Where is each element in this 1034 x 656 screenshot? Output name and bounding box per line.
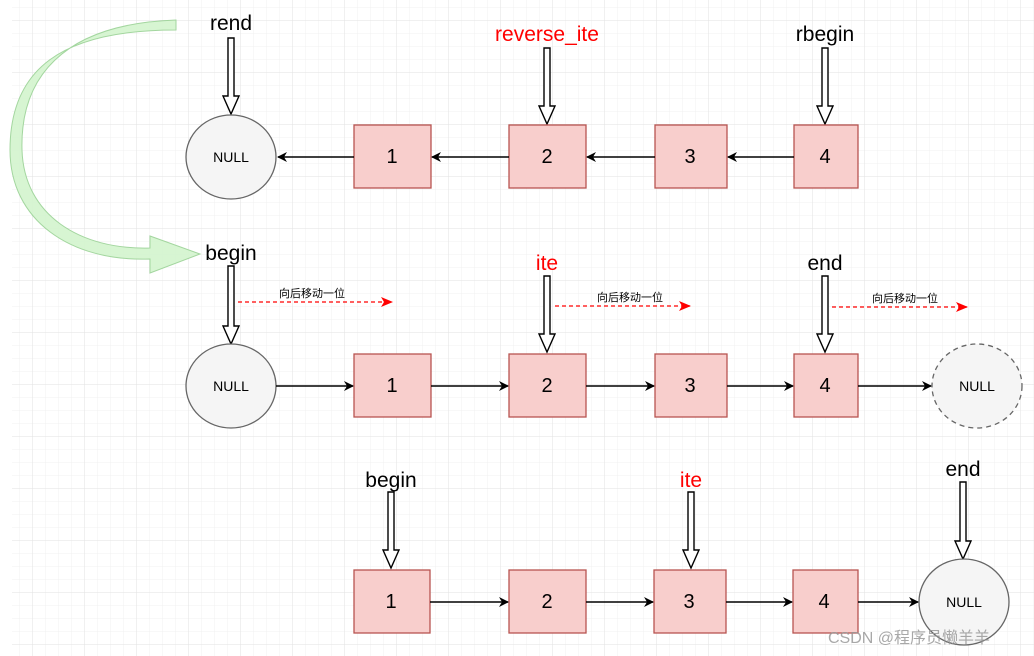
node-value: 3 (684, 146, 695, 168)
node-value: 4 (818, 591, 829, 613)
node-value: 2 (541, 146, 552, 168)
label-end: end (807, 252, 842, 275)
grid-background (12, 0, 1034, 656)
null-text: NULL (959, 378, 995, 394)
node-value: 1 (386, 146, 397, 168)
node-value: 2 (541, 591, 552, 613)
node-value: 2 (541, 375, 552, 397)
watermark: CSDN @程序员懒羊羊 (828, 629, 990, 647)
node-value: 3 (683, 591, 694, 613)
null-text: NULL (213, 149, 249, 165)
label-rbegin: rbegin (796, 23, 854, 46)
node-value: 1 (386, 375, 397, 397)
label-ite: ite (536, 252, 558, 275)
label-begin: begin (365, 469, 416, 492)
label-begin: begin (205, 242, 256, 265)
node-value: 1 (385, 591, 396, 613)
label-rend: rend (210, 12, 252, 35)
move-forward-text: 向后移动一位 (872, 291, 938, 305)
label-ite: ite (680, 469, 702, 492)
diagram-canvas: rend reverse_ite rbegin NULL 1 2 3 4 beg… (0, 0, 1034, 656)
node-value: 4 (819, 375, 830, 397)
label-end: end (945, 458, 980, 481)
node-value: 3 (684, 375, 695, 397)
null-text: NULL (213, 378, 249, 394)
move-forward-text: 向后移动一位 (279, 286, 345, 300)
move-forward-text: 向后移动一位 (597, 290, 663, 304)
null-text: NULL (946, 594, 982, 610)
node-value: 4 (819, 146, 830, 168)
label-reverse-ite: reverse_ite (495, 23, 599, 46)
